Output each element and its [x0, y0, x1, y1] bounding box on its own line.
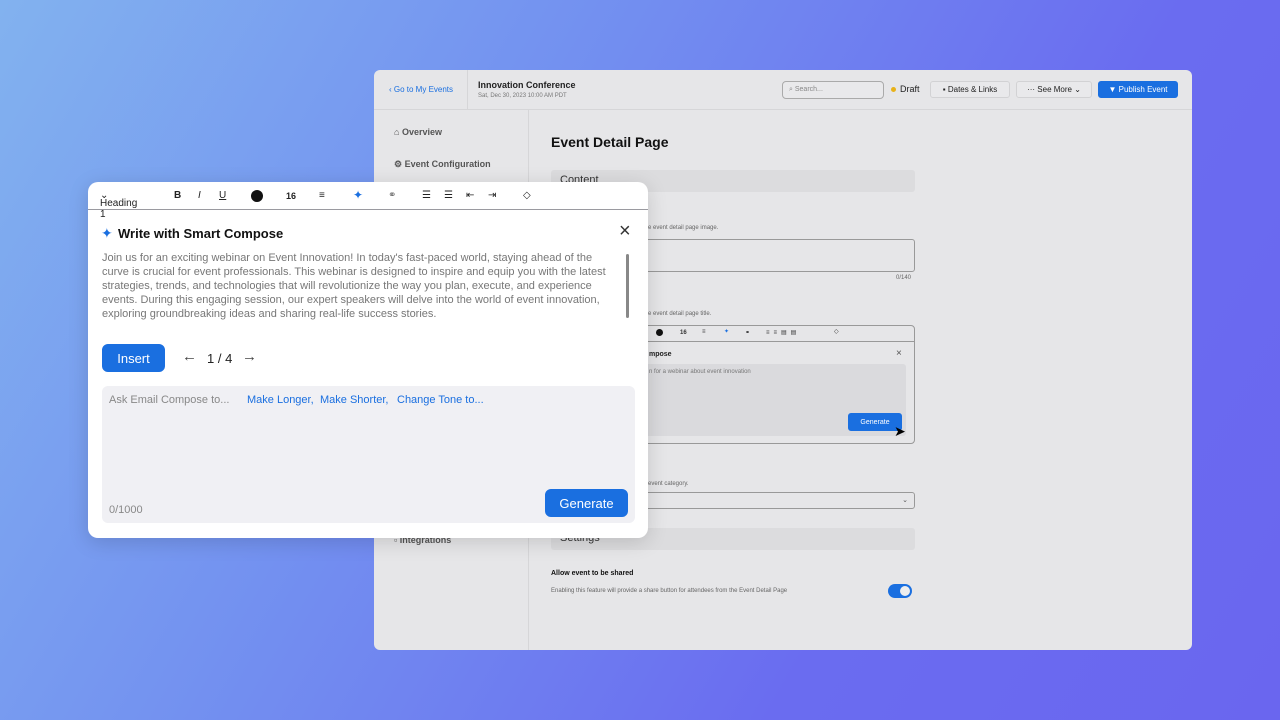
pager: 1 / 4	[207, 351, 233, 366]
char-count: 0/1000	[109, 504, 143, 516]
see-more-button[interactable]: ··· See More ⌄	[1016, 81, 1092, 98]
search-input[interactable]: ⌕ Search...	[782, 81, 884, 99]
color-icon[interactable]	[656, 329, 663, 336]
sidebar-item-overview[interactable]: ⌂ Overview	[394, 127, 442, 137]
scrollbar[interactable]	[626, 254, 629, 318]
sidebar-item-label: Event Configuration	[404, 159, 491, 169]
image-char-count: 0/140	[896, 275, 912, 281]
mini-prompt-text: n for a webinar about event innovation	[649, 369, 751, 375]
link-icon[interactable]: ⚭	[745, 329, 750, 336]
heading-select[interactable]: Heading 1 ⌄	[100, 190, 137, 220]
image-hint: e event detail page image.	[648, 225, 719, 231]
share-description: Enabling this feature will provide a sha…	[551, 588, 788, 594]
prev-arrow-icon[interactable]: ←	[182, 348, 197, 365]
sidebar-item-label: Overview	[401, 127, 442, 137]
generated-text: Join us for an exciting webinar on Event…	[102, 252, 606, 320]
bullet-list-icon[interactable]: ☰	[422, 190, 431, 201]
font-size[interactable]: 16	[286, 191, 296, 201]
page-title: Event Detail Page	[551, 134, 669, 150]
clear-format-icon[interactable]: ◇	[523, 190, 531, 201]
see-more-label: See More	[1037, 85, 1072, 94]
top-bar: ‹ Go to My Events Innovation Conference …	[374, 70, 1192, 110]
sparkle-icon[interactable]: ✦	[353, 188, 363, 202]
link-icon[interactable]: ⚭	[388, 190, 396, 201]
mini-compose-title: mpose	[649, 351, 672, 358]
italic-icon[interactable]: I	[198, 190, 201, 201]
text-color-icon[interactable]	[251, 190, 263, 202]
suggestion-change-tone[interactable]: Change Tone to...	[397, 394, 484, 406]
align-icon[interactable]: ≡	[702, 329, 706, 335]
event-date: Sat, Dec 30, 2023 10:00 AM PDT	[478, 93, 567, 99]
insert-button[interactable]: Insert	[102, 344, 165, 372]
dates-links-button[interactable]: ▪ Dates & Links	[930, 81, 1010, 98]
suggestion-make-longer[interactable]: Make Longer,	[247, 394, 314, 406]
title-hint: e event detail page title.	[648, 311, 712, 317]
mini-prompt-input[interactable]: n for a webinar about event innovation G…	[622, 364, 906, 436]
prompt-input[interactable]: Ask Email Compose to... Make Longer, Mak…	[102, 386, 635, 523]
align-left-icon[interactable]: ≡	[319, 190, 325, 201]
font-size[interactable]: 16	[680, 330, 687, 336]
status-badge: Draft	[900, 84, 920, 94]
clear-format-icon[interactable]: ◇	[834, 328, 839, 335]
next-arrow-icon[interactable]: →	[242, 348, 257, 365]
outdent-icon[interactable]: ⇥	[488, 190, 496, 201]
smart-compose-popup: Heading 1 ⌄ B I U 16 ≡ ✦ ⚭ ☰ ☰ ⇤ ⇥ ◇ ✦ W…	[88, 182, 648, 538]
category-hint: event category.	[648, 481, 689, 487]
sidebar-item-event-configuration[interactable]: ⚙ Event Configuration	[394, 159, 491, 170]
dates-links-label: Dates & Links	[947, 85, 998, 94]
divider	[467, 70, 468, 110]
indent-icon[interactable]: ⇤	[466, 190, 474, 201]
back-link[interactable]: ‹ Go to My Events	[389, 85, 453, 94]
cursor-icon: ➤	[894, 423, 906, 439]
generate-button[interactable]: Generate	[545, 489, 628, 517]
prompt-placeholder: Ask Email Compose to...	[109, 394, 230, 406]
close-icon[interactable]: ×	[619, 220, 631, 243]
event-title: Innovation Conference	[478, 80, 576, 90]
editor-toolbar: Heading 1 ⌄ B I U 16 ≡ ✦ ⚭ ☰ ☰ ⇤ ⇥ ◇	[88, 182, 648, 220]
share-toggle[interactable]	[888, 584, 912, 598]
share-label: Allow event to be shared	[551, 570, 634, 577]
underline-icon[interactable]: U	[219, 190, 226, 201]
draft-dot-icon	[891, 87, 896, 92]
suggestion-make-shorter[interactable]: Make Shorter,	[320, 394, 388, 406]
gear-icon: ⚙	[394, 159, 403, 169]
numbered-list-icon[interactable]: ☰	[444, 190, 453, 201]
back-label: Go to My Events	[393, 85, 454, 94]
bold-icon[interactable]: B	[174, 190, 181, 201]
toggle-knob	[900, 586, 910, 596]
mini-close-icon[interactable]: ×	[896, 348, 902, 359]
heading-label: Heading 1	[100, 198, 138, 220]
list-icons[interactable]: ≡≡▤▤	[766, 329, 800, 336]
search-placeholder: Search...	[794, 86, 823, 93]
sparkle-icon: ✦	[101, 225, 113, 241]
home-icon: ⌂	[394, 127, 400, 137]
publish-label: Publish Event	[1118, 85, 1168, 94]
sparkle-icon[interactable]: ✦	[724, 328, 729, 335]
popup-title: Write with Smart Compose	[118, 226, 284, 241]
publish-event-button[interactable]: ▼ Publish Event	[1098, 81, 1178, 98]
